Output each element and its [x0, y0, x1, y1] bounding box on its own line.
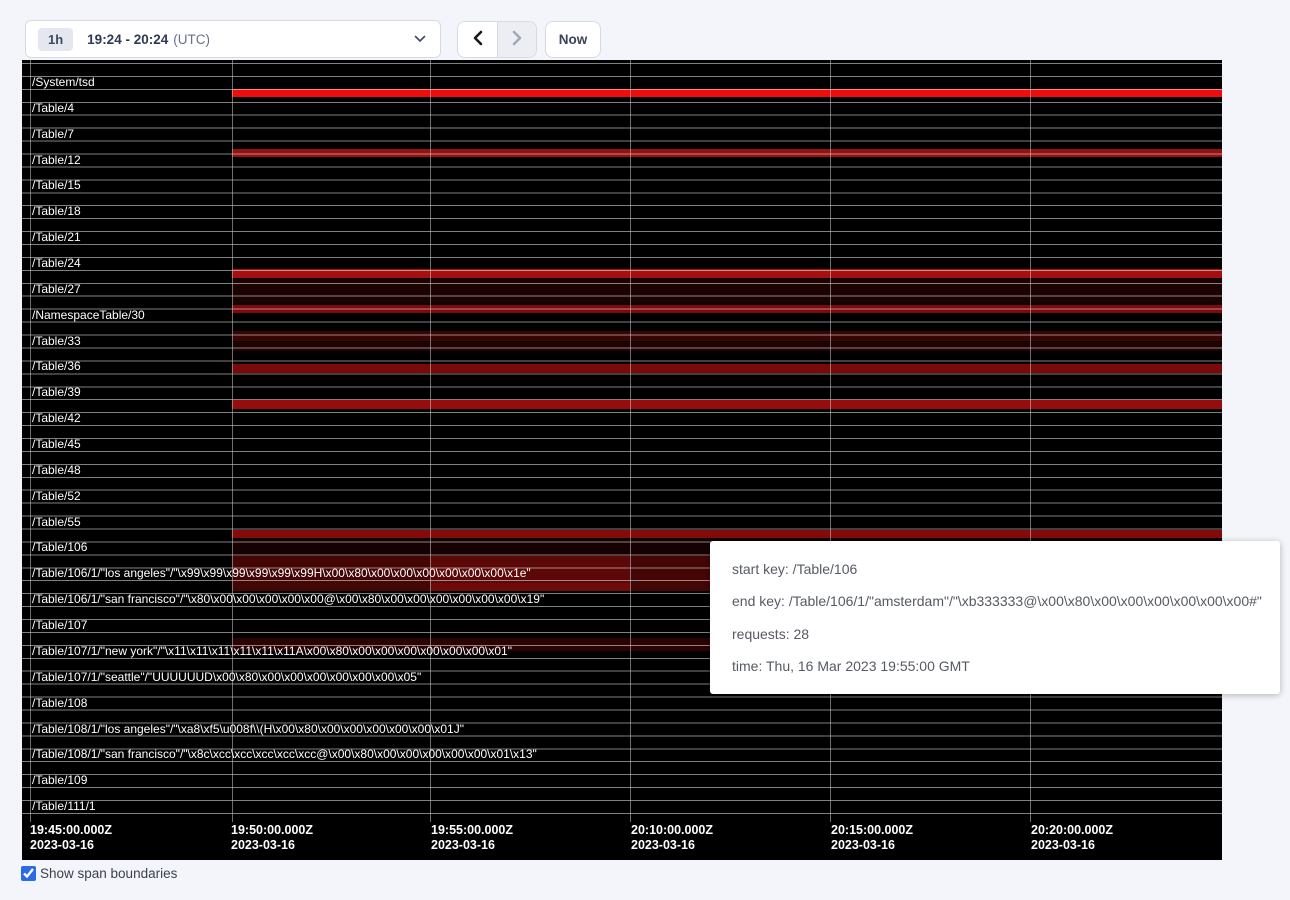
row-label: /Table/52: [32, 490, 81, 503]
row-label: /Table/36: [32, 360, 81, 373]
show-span-boundaries-checkbox[interactable]: [21, 866, 36, 881]
row-label: /Table/4: [32, 102, 74, 115]
row-label: /Table/48: [32, 464, 81, 477]
heat-band: [232, 269, 1222, 278]
grid-vline: [30, 60, 31, 822]
chevron-right-icon: [512, 30, 523, 49]
x-axis-label: 20:15:00.000Z2023-03-16: [831, 823, 913, 853]
grid-vline: [830, 60, 831, 822]
row-label: /Table/21: [32, 231, 81, 244]
row-label: /Table/106: [32, 541, 87, 554]
row-label: /Table/45: [32, 438, 81, 451]
row-label: /System/tsd: [32, 76, 95, 89]
key-visualizer-canvas[interactable]: /System/tsd/Table/4/Table/7/Table/12/Tab…: [22, 60, 1222, 860]
row-label: /Table/108: [32, 697, 87, 710]
row-label: /Table/24: [32, 257, 81, 270]
grid-vline: [630, 60, 631, 822]
hover-tooltip: start key: /Table/106 end key: /Table/10…: [710, 541, 1280, 694]
row-label: /Table/108/1/"san francisco"/"\x8c\xcc\x…: [32, 748, 537, 761]
tooltip-requests: requests: 28: [732, 626, 1270, 642]
footer-controls: Show span boundaries: [21, 866, 177, 881]
chevron-down-icon: [414, 35, 426, 43]
heat-band: [430, 583, 630, 591]
prev-range-button[interactable]: [458, 22, 497, 57]
grid-vline: [1030, 60, 1031, 822]
timezone-label: (UTC): [173, 32, 210, 47]
row-label: /Table/106/1/"san francisco"/"\x80\x00\x…: [32, 593, 544, 606]
time-range-label: 19:24 - 20:24: [87, 32, 168, 47]
heat-band: [232, 364, 1222, 373]
row-label: /Table/107: [32, 619, 87, 632]
row-label: /Table/111/1: [32, 800, 96, 813]
row-label: /Table/18: [32, 205, 81, 218]
row-label: /Table/109: [32, 774, 87, 787]
grid-vline: [232, 60, 233, 822]
tooltip-start-key: start key: /Table/106: [732, 561, 1270, 577]
row-label: /Table/33: [32, 335, 81, 348]
heat-band: [232, 530, 1222, 538]
row-label: /Table/55: [32, 516, 81, 529]
heat-band: [232, 400, 1222, 409]
x-axis-label: 19:45:00.000Z2023-03-16: [30, 823, 112, 853]
row-label: /Table/12: [32, 154, 81, 167]
next-range-button[interactable]: [497, 22, 536, 57]
heat-band: [232, 279, 1222, 303]
row-label: /Table/42: [32, 412, 81, 425]
heat-band: [232, 89, 1222, 97]
time-nav-group: [457, 21, 537, 58]
now-button[interactable]: Now: [545, 21, 601, 58]
row-label: /Table/7: [32, 128, 74, 141]
chevron-left-icon: [472, 30, 483, 49]
row-label: /Table/39: [32, 386, 81, 399]
row-label: /NamespaceTable/30: [32, 309, 145, 322]
heat-band: [232, 305, 1222, 313]
duration-badge: 1h: [38, 28, 73, 51]
row-label: /Table/107/1/"seattle"/"UUUUUUD\x00\x80\…: [32, 671, 421, 684]
x-axis-label: 19:50:00.000Z2023-03-16: [231, 823, 313, 853]
tooltip-end-key: end key: /Table/106/1/"amsterdam"/"\xb33…: [732, 593, 1270, 609]
heat-band: [232, 149, 1222, 157]
row-label: /Table/108/1/"los angeles"/"\xa8\xf5\u00…: [32, 723, 464, 736]
row-label: /Table/15: [32, 179, 81, 192]
heat-band: [232, 331, 1222, 341]
grid-vline: [430, 60, 431, 822]
x-axis-label: 20:20:00.000Z2023-03-16: [1031, 823, 1113, 853]
x-axis-label: 20:10:00.000Z2023-03-16: [631, 823, 713, 853]
row-label: /Table/27: [32, 283, 81, 296]
time-range-picker[interactable]: 1h 19:24 - 20:24 (UTC): [25, 20, 441, 58]
show-span-boundaries-label[interactable]: Show span boundaries: [40, 866, 177, 881]
tooltip-time: time: Thu, 16 Mar 2023 19:55:00 GMT: [732, 658, 1270, 674]
x-axis-label: 19:55:00.000Z2023-03-16: [431, 823, 513, 853]
span-boundaries-grid: [22, 63, 1222, 822]
heat-band: [232, 342, 1222, 351]
